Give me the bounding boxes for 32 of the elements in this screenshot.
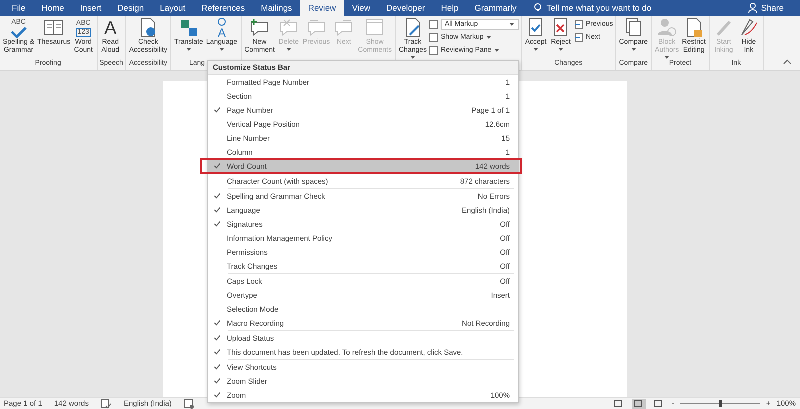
lightbulb-icon xyxy=(532,3,543,13)
ribbon-tab[interactable]: Grammarly xyxy=(466,0,525,16)
pane-icon xyxy=(429,46,440,56)
ribbon-tab[interactable]: Insert xyxy=(72,0,110,16)
ribbon-tab[interactable]: View xyxy=(344,0,378,16)
ribbon-tab[interactable]: References xyxy=(194,0,254,16)
web-layout-icon xyxy=(654,400,664,408)
caret-icon xyxy=(509,22,516,27)
share-button[interactable]: Share xyxy=(748,0,784,16)
ribbon-tab[interactable]: Home xyxy=(34,0,72,16)
ribbon-tab[interactable]: File xyxy=(4,0,34,16)
ribbon-tab[interactable]: Review xyxy=(300,0,344,16)
people-block-icon xyxy=(656,18,678,38)
ribbon-tab[interactable]: Layout xyxy=(152,0,194,16)
ribbon-tab[interactable]: Design xyxy=(110,0,152,16)
zoom-thumb[interactable] xyxy=(719,400,722,407)
collapse-icon xyxy=(783,59,792,65)
icon-letter: A xyxy=(218,26,226,38)
print-layout-icon xyxy=(634,400,644,408)
ribbon-tab[interactable]: Developer xyxy=(378,0,434,16)
person-icon xyxy=(748,3,758,13)
icon-letter: A xyxy=(104,19,117,37)
ribbon-tab[interactable]: Mailings xyxy=(253,0,300,16)
previous-change-icon xyxy=(574,20,584,30)
ribbon-tab[interactable]: Help xyxy=(433,0,467,16)
markup-icon xyxy=(429,20,440,30)
view-button[interactable] xyxy=(632,398,646,408)
tell-me-placeholder: Tell me what you want to do xyxy=(546,3,652,13)
page-icon xyxy=(429,32,440,42)
tell-me-field[interactable]: Tell me what you want to do xyxy=(532,0,652,16)
read-mode-icon xyxy=(614,400,624,408)
next-change-icon xyxy=(574,32,584,42)
